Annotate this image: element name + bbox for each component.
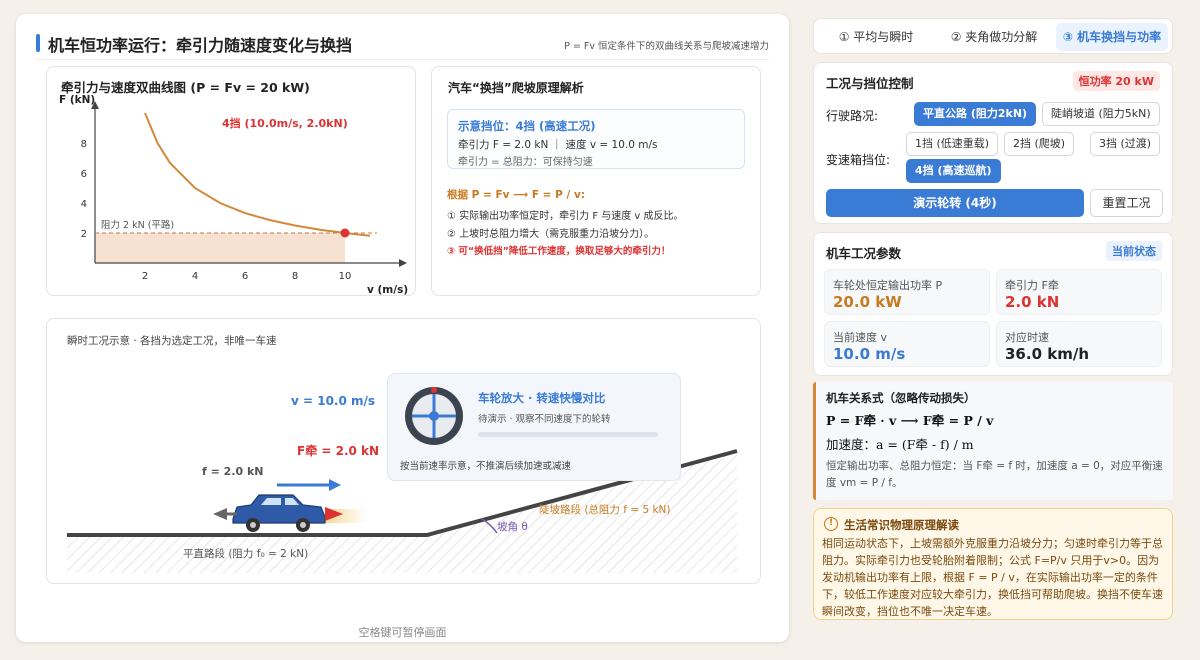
page-subtitle: P = Fv 恒定条件下的双曲线关系与爬坡减速增力 — [564, 41, 769, 52]
x-tick-label: 4 — [192, 271, 198, 282]
x-tick-label: 6 — [242, 271, 248, 282]
relation-title: 机车关系式（忽略传动损失） — [826, 391, 976, 405]
param-velocity-value: 10.0 m/s — [833, 345, 906, 363]
velocity-arrowhead — [329, 479, 341, 491]
gear-label: 变速箱挡位: — [826, 153, 891, 167]
title-bar: 机车恒功率运行：牵引力随速度变化与换挡 P = Fv 恒定条件下的双曲线关系与爬… — [36, 24, 769, 60]
scene-panel: 瞬时工况示意 · 各挡为选定工况，非唯一车速 v = 10.0 m/s F牵 =… — [46, 318, 761, 584]
main-card: 机车恒功率运行：牵引力随速度变化与换挡 P = Fv 恒定条件下的双曲线关系与爬… — [16, 14, 789, 642]
params-card: 机车工况参数 当前状态 车轮处恒定输出功率 P 20.0 kW 牵引力 F牵 2… — [813, 232, 1173, 376]
param-power-value: 20.0 kW — [833, 293, 902, 311]
wheel-subtitle: 待演示 · 观察不同速度下的轮转 — [478, 414, 611, 425]
title-accent — [36, 34, 40, 52]
y-tick-label: 8 — [81, 139, 87, 150]
tab-bar: ① 平均与瞬时 ② 夹角做功分解 ③ 机车换挡与功率 — [813, 18, 1173, 54]
rule-head: 根据 P = Fv ⟶ F = P / v: — [447, 189, 586, 201]
param-traction-label: 牵引力 F牵 — [1005, 279, 1059, 292]
gear-line-2: 牵引力 F = 2.0 kN ｜ 速度 v = 10.0 m/s — [458, 139, 658, 151]
y-tick-label: 6 — [81, 169, 87, 180]
operating-point-label: 4挡 (10.0m/s, 2.0kN) — [222, 116, 348, 130]
pause-hint: 空格键可暂停画面 — [358, 626, 447, 639]
relation-note: 恒定输出功率、总阻力恒定：当 F牵 = f 时，加速度 a = 0，对应平衡速度… — [826, 460, 1163, 489]
param-kmh-label: 对应时速 — [1005, 331, 1049, 344]
wheel-icon — [405, 387, 463, 445]
road-label: 行驶路况: — [826, 109, 879, 123]
param-kmh: 对应时速 36.0 km/h — [996, 321, 1162, 367]
life-title: 生活常识物理原理解读 — [844, 518, 959, 532]
param-power: 车轮处恒定输出功率 P 20.0 kW — [824, 269, 990, 315]
wheel-card: 车轮放大 · 转速快慢对比 待演示 · 观察不同速度下的轮转 按当前速率示意，不… — [387, 373, 681, 481]
road-flat-button[interactable]: 平直公路 (阻力2kN) — [914, 102, 1037, 126]
scene-resist-label: f = 2.0 kN — [202, 465, 264, 478]
resistance-label: 阻力 2 kN (平路) — [101, 219, 174, 231]
gear-2-button[interactable]: 2挡 (爬坡) — [1004, 132, 1075, 156]
gear-line-1: 示意挡位：4挡 (高速工况) — [458, 119, 596, 133]
angle-label: 坡角 θ — [497, 520, 528, 533]
road-slope-button[interactable]: 陡峭坡道 (阻力5kN) — [1042, 102, 1160, 126]
wheel-note: 按当前速率示意，不推演后续加速或减速 — [400, 461, 572, 472]
gear-line-3: 牵引力 = 总阻力：可保持匀速 — [458, 157, 593, 168]
graph-panel: 牵引力与速度双曲线图 (P = Fv = 20 kW) 2 4 6 8 10 2 4 6 8 F … — [46, 66, 416, 296]
slope-road-label: 陡坡路段 (总阻力 f = 5 kN) — [539, 503, 671, 516]
wheel-progress-bar — [478, 432, 658, 437]
control-card: 工况与挡位控制 恒功率 20 kW 行驶路况: 平直公路 (阻力2kN) 陡峭坡… — [813, 62, 1173, 224]
car — [232, 494, 367, 532]
gear-3-button[interactable]: 3挡 (过渡) — [1090, 132, 1161, 156]
power-badge: 恒功率 20 kW — [1072, 71, 1160, 91]
life-card: ! 生活常识物理原理解读 相同运动状态下，上坡需额外克服重力沿坡分力；匀速时牵引… — [813, 508, 1173, 620]
reset-button[interactable]: 重置工况 — [1090, 189, 1163, 217]
tab-gear-power[interactable]: ③ 机车换挡与功率 — [1056, 23, 1168, 51]
param-velocity-label: 当前速度 v — [833, 331, 888, 344]
x-tick-label: 8 — [292, 271, 298, 282]
state-badge: 当前状态 — [1106, 241, 1162, 261]
force-velocity-chart: 2 4 6 8 10 2 4 6 8 F (kN) v (m/s) 阻力 2 kN (平路) 4挡 (1… — [59, 94, 408, 296]
y-tick-label: 4 — [81, 199, 87, 210]
rule-2: ② 上坡时总阻力增大（需克服重力沿坡分力）。 — [447, 229, 655, 240]
x-axis-label: v (m/s) — [367, 284, 408, 296]
gear-4-button[interactable]: 4挡 (高速巡航) — [906, 159, 1001, 183]
x-tick-label: 2 — [142, 271, 148, 282]
life-text: 相同运动状态下，上坡需额外克服重力沿坡分力；匀速时牵引力等于总阻力。实际牵引力也… — [822, 537, 1163, 618]
x-axis-arrow — [399, 259, 407, 267]
param-traction: 牵引力 F牵 2.0 kN — [996, 269, 1162, 315]
power-curve — [144, 112, 371, 237]
control-title: 工况与挡位控制 — [826, 76, 914, 91]
demo-rotation-button[interactable]: 演示轮转 (4秒) — [826, 189, 1084, 217]
wheel-title: 车轮放大 · 转速快慢对比 — [478, 391, 606, 405]
gear-1-button[interactable]: 1挡 (低速重载) — [906, 132, 999, 156]
scene-traction-label: F牵 = 2.0 kN — [297, 443, 379, 458]
y-axis-label: F (kN) — [59, 94, 95, 106]
param-power-label: 车轮处恒定输出功率 P — [833, 279, 943, 292]
tab-average-instant[interactable]: ① 平均与瞬时 — [820, 23, 932, 51]
info-icon: ! — [824, 517, 838, 531]
tab-angle-work[interactable]: ② 夹角做功分解 — [938, 23, 1050, 51]
page-title: 机车恒功率运行：牵引力随速度变化与换挡 — [48, 36, 353, 55]
flat-road-label: 平直路段 (阻力 f₀ = 2 kN) — [183, 547, 308, 560]
param-kmh-value: 36.0 km/h — [1005, 345, 1089, 363]
y-tick-label: 2 — [81, 229, 87, 240]
operating-point — [340, 228, 350, 238]
relation-formula-2: 加速度：a = (F牵 - f) / m — [826, 437, 974, 452]
rule-3: ③ 可“换低挡”降低工作速度，换取足够大的牵引力！ — [447, 246, 671, 257]
relation-formula-1: P = F牵 · v ⟶ F牵 = P / v — [826, 413, 994, 428]
explain-panel: 汽车“换挡”爬坡原理解析 示意挡位：4挡 (高速工况) 牵引力 F = 2.0 … — [431, 66, 761, 296]
resist-arrowhead — [213, 508, 227, 520]
relation-card: 机车关系式（忽略传动损失） P = F牵 · v ⟶ F牵 = P / v 加速… — [813, 382, 1173, 500]
param-traction-value: 2.0 kN — [1005, 293, 1060, 311]
x-tick-label: 10 — [339, 271, 352, 282]
scene-velocity-label: v = 10.0 m/s — [291, 394, 375, 408]
params-title: 机车工况参数 — [826, 246, 902, 261]
explain-title: 汽车“换挡”爬坡原理解析 — [448, 81, 584, 95]
rule-1: ① 实际输出功率恒定时，牵引力 F 与速度 v 成反比。 — [447, 211, 684, 222]
gear-info-box: 示意挡位：4挡 (高速工况) 牵引力 F = 2.0 kN ｜ 速度 v = 1… — [447, 109, 745, 169]
work-area — [95, 233, 345, 263]
param-velocity: 当前速度 v 10.0 m/s — [824, 321, 990, 367]
